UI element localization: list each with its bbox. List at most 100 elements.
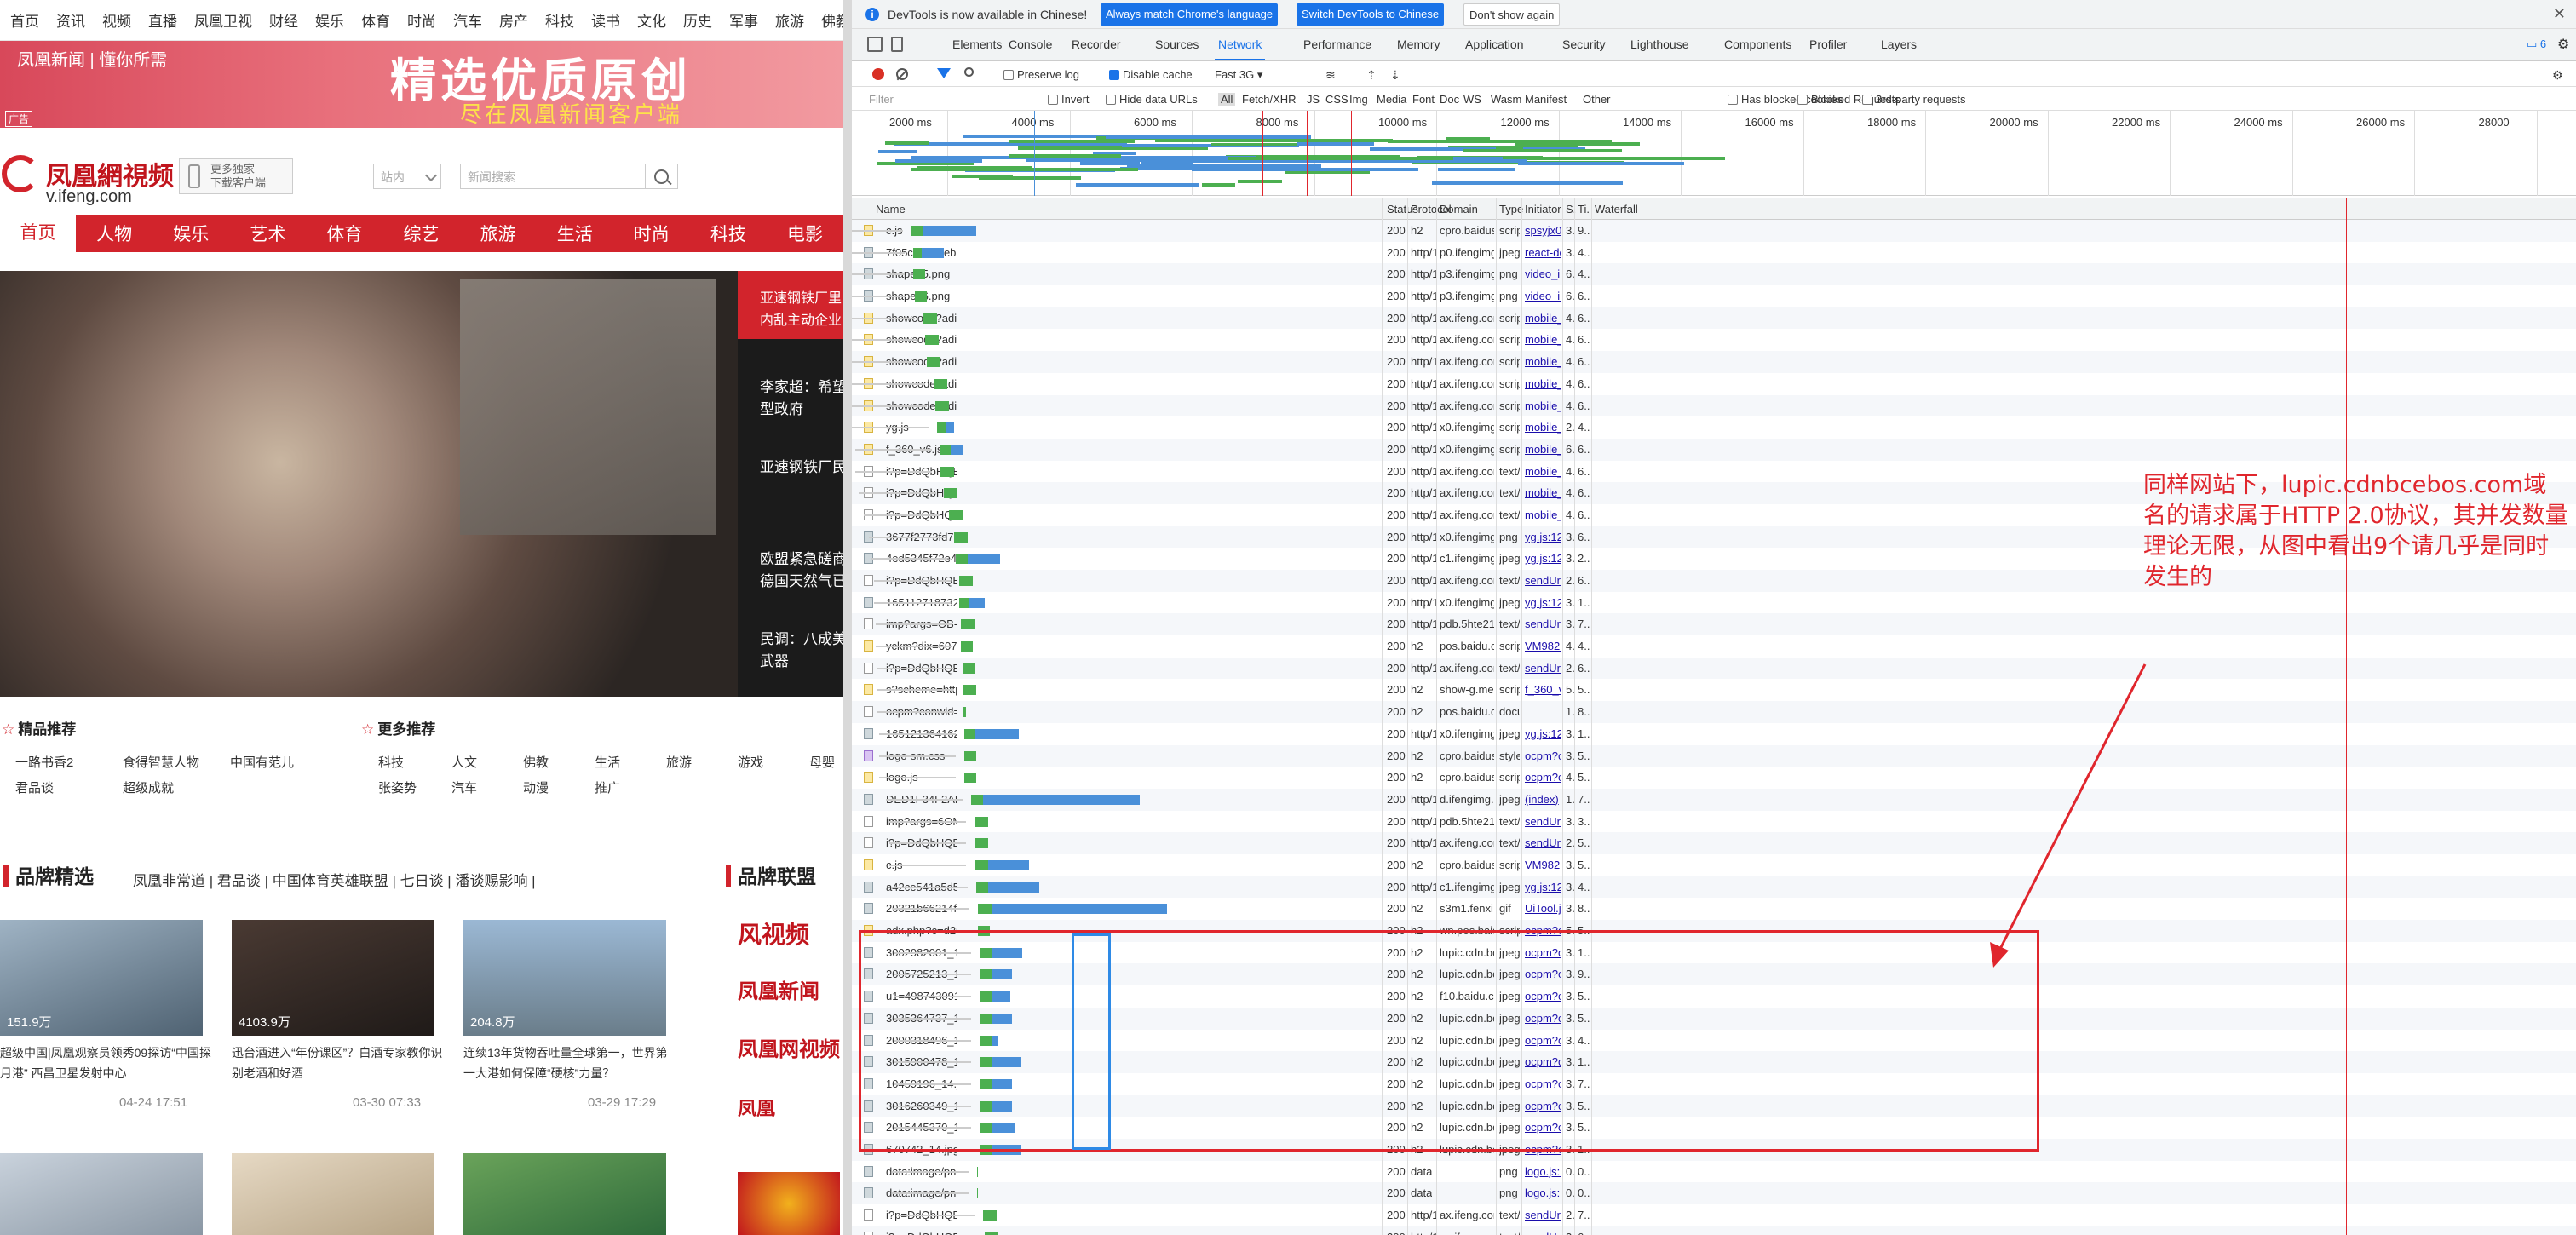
cell-init[interactable]: mobile_inic... <box>1525 443 1561 456</box>
rec-link[interactable]: 中国有范儿 <box>230 753 294 771</box>
download-app-button[interactable]: 更多独家 下载客户端 <box>179 158 293 194</box>
top-nav-link[interactable]: 历史 <box>683 9 712 31</box>
cell-init[interactable]: video_inde... <box>1525 267 1561 280</box>
video-thumb[interactable]: 4103.9万 <box>232 920 434 1036</box>
tab-elements[interactable]: Elements <box>952 37 1002 51</box>
tab-security[interactable]: Security <box>1562 37 1606 51</box>
hero-side-item[interactable]: 欧盟紧急磋商 <box>760 549 843 571</box>
cell-init[interactable]: mobile_inic... <box>1525 399 1561 412</box>
request-row[interactable]: shape85.png200http/1.1p3.ifengimg.compng… <box>852 263 2576 286</box>
request-row[interactable]: logo.js200h2cpro.baidustatic.c...scripto… <box>852 767 2576 789</box>
top-nav-link[interactable]: 凤凰卫视 <box>194 9 252 31</box>
rec-link[interactable]: 动漫 <box>523 778 549 796</box>
type-filter-js[interactable]: JS <box>1307 93 1320 106</box>
banner-ad[interactable]: 凤凰新闻 | 懂你所需 精选优质原创 尽在凤凰新闻客户端 广告 <box>0 41 843 128</box>
category-link[interactable]: 人物 <box>76 221 152 246</box>
rec-link[interactable]: 佛教 <box>523 753 549 771</box>
cell-init[interactable]: sendUrl.js:19 <box>1525 1209 1561 1221</box>
request-row[interactable]: ocpm?conwid=300&c...200h2pos.baidu.comdo… <box>852 701 2576 723</box>
cell-init[interactable]: sendUrl.js:19 <box>1525 815 1561 828</box>
top-nav-link[interactable]: 体育 <box>361 9 390 31</box>
invert-checkbox[interactable]: Invert <box>1048 93 1090 106</box>
request-row[interactable]: a42ce541a5d5bada34...200http/1.1c1.ifeng… <box>852 876 2576 899</box>
cell-init[interactable]: mobile_inic... <box>1525 465 1561 478</box>
hero-side-item[interactable]: 民调：八成美 <box>760 629 843 651</box>
cell-init[interactable]: mobile_inic... <box>1525 508 1561 521</box>
filter-input[interactable]: Filter <box>869 93 894 106</box>
tab-sources[interactable]: Sources <box>1155 37 1199 51</box>
tab-components[interactable]: Components <box>1724 37 1791 51</box>
request-row[interactable]: imp?args=6OMnK3n2...200http/1.1pdb.5hte2… <box>852 811 2576 833</box>
rec-link[interactable]: 科技 <box>378 753 404 771</box>
category-link[interactable]: 电影 <box>767 221 843 246</box>
cell-init[interactable]: mobile_inic... <box>1525 312 1561 325</box>
request-row[interactable]: yckm?dix=6070428&u...200h2pos.baidu.coms… <box>852 635 2576 658</box>
request-row[interactable]: yg.js200http/1.1x0.ifengimg.comscriptmob… <box>852 416 2576 439</box>
rec-link[interactable]: 旅游 <box>666 753 692 771</box>
network-settings-icon[interactable]: ⚙ <box>2552 68 2563 83</box>
hero-side-item[interactable]: 武器 <box>760 651 843 673</box>
top-nav-link[interactable]: 直播 <box>148 9 177 31</box>
close-icon[interactable]: ✕ <box>2553 5 2566 23</box>
video-thumb[interactable] <box>232 1153 434 1235</box>
cell-init[interactable]: sendUrl.js:19 <box>1525 662 1561 675</box>
rec-link[interactable]: 超级成就 <box>123 778 174 796</box>
top-nav-link[interactable]: 资讯 <box>56 9 85 31</box>
type-filter-all[interactable]: All <box>1218 93 1236 106</box>
type-filter-css[interactable]: CSS <box>1325 93 1348 106</box>
match-language-button[interactable]: Always match Chrome's language <box>1101 3 1279 26</box>
wifi-icon[interactable]: ≋ <box>1325 68 1336 83</box>
video-caption[interactable]: 超级中国|凤凰观察员领秀09探访“中国探月港” 西昌卫星发射中心 <box>0 1043 213 1083</box>
cell-init[interactable]: yg.js:121 <box>1525 552 1561 565</box>
hero-side-item[interactable]: 亚速钢铁厂民 <box>760 457 843 479</box>
request-row[interactable]: i?p=DdQbHQEqcQ4rD...200http/1.1ax.ifeng.… <box>852 1204 2576 1226</box>
cell-init[interactable]: logo.js:1 <box>1525 1186 1561 1199</box>
category-link[interactable]: 时尚 <box>613 221 690 246</box>
tab-layers[interactable]: Layers <box>1881 37 1917 51</box>
request-row[interactable]: 16511271873232785.j...200http/1.1x0.ifen… <box>852 592 2576 614</box>
cell-init[interactable]: yg.js:121 <box>1525 531 1561 543</box>
type-filter-media[interactable]: Media <box>1377 93 1406 106</box>
type-filter-font[interactable]: Font <box>1412 93 1435 106</box>
filter-icon[interactable] <box>937 68 951 78</box>
type-filter-img[interactable]: Img <box>1349 93 1368 106</box>
tab-recorder[interactable]: Recorder <box>1072 37 1121 51</box>
request-row[interactable]: 7f05c5853aeb990.jpg200http/1.1p0.ifengim… <box>852 242 2576 264</box>
device-icon[interactable] <box>891 37 903 52</box>
request-row[interactable]: showcode?adids=217...200http/1.1ax.ifeng… <box>852 351 2576 373</box>
rec-link[interactable]: 张姿势 <box>378 778 417 796</box>
record-icon[interactable] <box>872 68 884 80</box>
cell-init[interactable]: f_360_v6.js:... <box>1525 683 1561 696</box>
cell-init[interactable]: mobile_inic... <box>1525 333 1561 346</box>
brand-logo[interactable]: 风视频 <box>738 916 809 951</box>
col-name[interactable]: Name <box>876 203 906 215</box>
brand-logo-image[interactable] <box>738 1172 840 1235</box>
cell-init[interactable]: video_inde... <box>1525 290 1561 302</box>
cell-name[interactable]: i?p=DdQbHQEqcQ4rD... <box>886 1231 957 1235</box>
settings-icon[interactable]: ⚙ <box>2557 36 2569 53</box>
request-row[interactable]: showcode?adids=299...200http/1.1ax.ifeng… <box>852 373 2576 395</box>
category-link[interactable]: 综艺 <box>382 221 459 246</box>
category-link[interactable]: 旅游 <box>460 221 537 246</box>
cell-init[interactable]: ocpm?con... <box>1525 771 1561 784</box>
top-nav-link[interactable]: 科技 <box>545 9 574 31</box>
cell-init[interactable]: mobile_inic... <box>1525 421 1561 434</box>
top-nav-link[interactable]: 旅游 <box>775 9 804 31</box>
top-nav-link[interactable]: 文化 <box>637 9 666 31</box>
cell-init[interactable]: ocpm?con... <box>1525 750 1561 762</box>
video-thumb[interactable] <box>463 1153 666 1235</box>
request-row[interactable]: c.js200h2cpro.baidustatic.c...scriptspsy… <box>852 220 2576 242</box>
type-filter-doc[interactable]: Doc <box>1440 93 1459 106</box>
upload-icon[interactable]: ⇡ <box>1366 68 1377 83</box>
category-link[interactable]: 首页 <box>0 215 77 252</box>
category-link[interactable]: 艺术 <box>229 221 306 246</box>
hero-side-item[interactable]: 李家超：希望 <box>760 376 843 399</box>
brand-logo[interactable]: 凤凰网视频 <box>738 1032 840 1062</box>
rec-link[interactable]: 游戏 <box>738 753 763 771</box>
request-row[interactable]: imp?args=OB-yXjYQ3...200http/1.1pdb.5hte… <box>852 613 2576 636</box>
search-icon[interactable] <box>964 67 974 77</box>
category-link[interactable]: 生活 <box>537 221 613 246</box>
throttle-select[interactable]: Fast 3G ▾ <box>1215 68 1262 82</box>
hero-side-item[interactable]: 型政府 <box>760 399 843 421</box>
panel-divider[interactable] <box>843 0 852 1235</box>
